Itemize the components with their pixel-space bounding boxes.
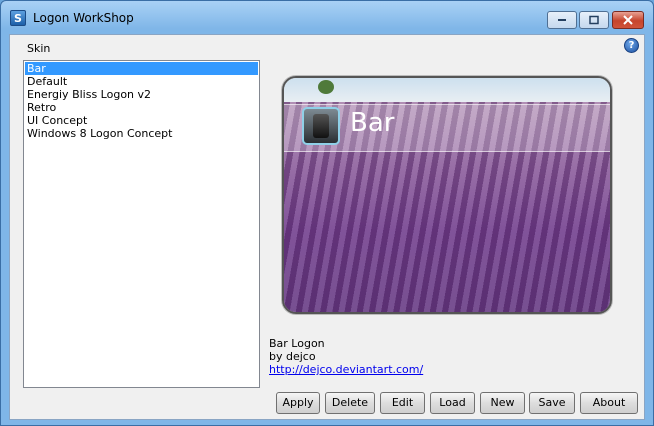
minimize-button[interactable] xyxy=(547,11,577,29)
skin-list[interactable]: Bar Default Energiy Bliss Logon v2 Retro… xyxy=(23,60,260,388)
maximize-button[interactable] xyxy=(579,11,609,29)
skin-name: Bar Logon xyxy=(269,337,325,350)
preview-tree xyxy=(318,80,334,94)
list-item-ui-concept[interactable]: UI Concept xyxy=(25,114,258,127)
preview-avatar xyxy=(302,107,340,145)
skin-link[interactable]: http://dejco.deviantart.com/ xyxy=(269,363,423,376)
skin-preview: Bar xyxy=(282,76,612,314)
skin-info: Bar Logon by dejco http://dejco.devianta… xyxy=(269,337,423,376)
help-icon[interactable]: ? xyxy=(624,38,639,53)
list-item-energiy-bliss[interactable]: Energiy Bliss Logon v2 xyxy=(25,88,258,101)
window-title: Logon WorkShop xyxy=(33,11,134,25)
minimize-icon xyxy=(558,19,566,21)
new-button[interactable]: New xyxy=(480,392,525,414)
apply-button[interactable]: Apply xyxy=(276,392,320,414)
list-item-retro[interactable]: Retro xyxy=(25,101,258,114)
edit-button[interactable]: Edit xyxy=(380,392,425,414)
app-window: S Logon WorkShop ? Skin Bar Default Ener… xyxy=(0,0,654,426)
avatar-image xyxy=(313,114,329,138)
main-panel: ? Skin Bar Default Energiy Bliss Logon v… xyxy=(9,34,645,420)
about-button[interactable]: About xyxy=(580,392,638,414)
skin-author: by dejco xyxy=(269,350,316,363)
maximize-icon xyxy=(589,15,599,25)
preview-title: Bar xyxy=(350,108,395,138)
list-item-windows8[interactable]: Windows 8 Logon Concept xyxy=(25,127,258,140)
skin-label: Skin xyxy=(27,42,51,55)
save-button[interactable]: Save xyxy=(529,392,575,414)
list-item-bar[interactable]: Bar xyxy=(25,62,258,75)
title-bar[interactable]: S Logon WorkShop xyxy=(1,1,653,35)
app-icon[interactable]: S xyxy=(10,10,26,26)
close-icon xyxy=(623,15,633,25)
delete-button[interactable]: Delete xyxy=(325,392,375,414)
close-button[interactable] xyxy=(612,11,644,29)
list-item-default[interactable]: Default xyxy=(25,75,258,88)
load-button[interactable]: Load xyxy=(430,392,475,414)
